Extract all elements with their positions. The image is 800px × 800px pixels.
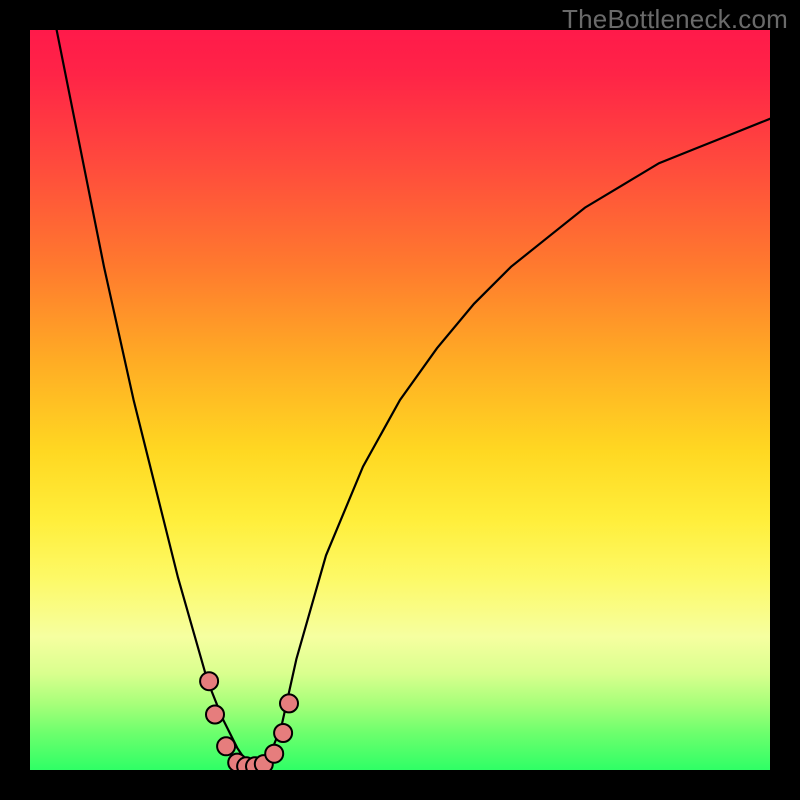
data-marker [265,745,283,763]
data-marker [274,724,292,742]
bottleneck-curve [30,30,770,770]
plot-area [30,30,770,770]
chart-frame: TheBottleneck.com [0,0,800,800]
curve-layer [30,30,770,770]
data-marker [217,737,235,755]
data-marker [200,672,218,690]
data-marker [206,706,224,724]
watermark-text: TheBottleneck.com [562,4,788,35]
data-marker [280,694,298,712]
